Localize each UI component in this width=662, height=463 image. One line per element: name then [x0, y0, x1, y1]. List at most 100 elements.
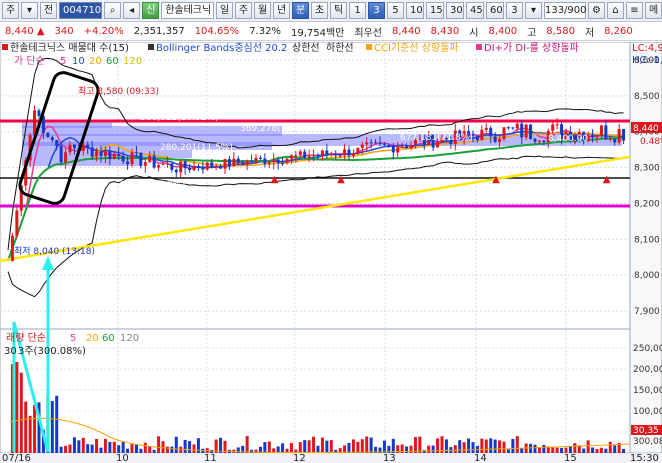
volume-bar [506, 449, 510, 453]
volume-bar [418, 436, 422, 453]
price-tick-label: 8,200 [634, 199, 660, 209]
candle-body [196, 166, 200, 169]
list-icon[interactable]: ≡ [625, 2, 643, 19]
volume-bar [108, 441, 112, 453]
volume-bar [347, 442, 351, 453]
order-type-button[interactable]: 전 [40, 2, 57, 19]
minute-15-button[interactable]: 15 [426, 2, 445, 19]
candle-body [108, 150, 112, 160]
volume-bar [369, 437, 373, 453]
candle-body [157, 165, 161, 168]
volume-bar [431, 445, 435, 453]
candle-body [95, 151, 99, 157]
lock-icon[interactable]: ⌂ [606, 2, 624, 19]
volume-bar [161, 441, 165, 453]
candle-body [148, 155, 152, 163]
volume-bar [179, 446, 183, 453]
time-tick-label: 15:30 [630, 453, 659, 463]
legend-cci: CCI기준선 상향돌파 [374, 42, 459, 54]
volume-legend-ma20: 20 [86, 333, 99, 344]
legend-swatch [2, 44, 8, 50]
volume-bar [64, 445, 68, 453]
legend-ma5: 5 [60, 56, 66, 67]
minute-30-button[interactable]: 30 [446, 2, 464, 19]
stock-code-input[interactable]: 004710 [59, 2, 103, 19]
price-tick-label: 8,100 [634, 235, 660, 245]
volume-bar [143, 442, 147, 453]
chart-canvas[interactable]: ▲ ▲▼▲▼▲ 최고 8,580 (09:33)최저 8,040 (13:18)3… [0, 42, 662, 463]
price-change-pct: +4.20% [83, 26, 124, 37]
tab-year[interactable]: 년 [273, 2, 291, 19]
sound-icon[interactable]: ◂ [123, 2, 141, 19]
minute-10-button[interactable]: 10 [406, 2, 425, 19]
candle-body [294, 155, 298, 157]
candle-body [183, 161, 187, 169]
minute-60-button[interactable]: 60 [485, 2, 504, 19]
minute-5-button[interactable]: 5 [387, 2, 405, 19]
chevron-down-icon[interactable]: ▾ [524, 2, 542, 19]
open-label: 시 [469, 28, 479, 39]
volume-bar [263, 442, 267, 453]
search-icon[interactable]: ⌕ [104, 2, 122, 19]
candle-body [59, 145, 63, 163]
volume-bar [409, 445, 413, 453]
volume-bar [174, 436, 178, 453]
minute-3-button[interactable]: 3 [368, 2, 386, 19]
volume-bar [533, 444, 537, 453]
volume-legend-value: 30 [4, 346, 17, 357]
volume-bar [329, 440, 333, 453]
candle-body [511, 127, 515, 129]
candle-body [210, 162, 214, 167]
settings-icon[interactable]: ⚙ [587, 2, 605, 19]
volume-bar [471, 442, 475, 453]
candle-body [37, 110, 41, 117]
volume-bar [608, 441, 612, 453]
tab-week[interactable]: 주 [235, 2, 253, 19]
chart-annotation-label: 최저 8,040 (13:18) [14, 246, 95, 257]
volume-bar [511, 438, 515, 453]
tab-tick[interactable]: 틱 [330, 2, 348, 19]
candle-body [493, 136, 497, 142]
volume-bar [95, 438, 99, 453]
candle-body [329, 154, 333, 156]
volume-bar [33, 404, 37, 453]
volume-bar [72, 437, 76, 453]
candle-body [489, 127, 493, 137]
candle-body [360, 144, 364, 148]
market-select[interactable]: 주 [2, 2, 19, 19]
candle-body [126, 161, 130, 165]
minute-1-button[interactable]: 1 [349, 2, 367, 19]
candle-body [236, 158, 240, 163]
volume-ratio: 104.65% [194, 26, 240, 37]
volume-bar [68, 444, 72, 453]
chart-annotation-label: 280,201(11.5%) [160, 143, 233, 153]
count-input[interactable]: 133/900 [543, 2, 587, 19]
chart-annotation-label: 369,278(15.2%) [240, 124, 313, 134]
volume-bar [604, 448, 608, 453]
tab-month[interactable]: 월 [254, 2, 272, 19]
tab-minute[interactable]: 분 [292, 2, 310, 19]
high-price: 8,580 [546, 26, 575, 37]
candle-body [595, 136, 599, 138]
menu-button[interactable]: 메 [644, 2, 662, 19]
volume-bar [245, 436, 249, 453]
interval-select[interactable]: 3 [505, 2, 523, 19]
volume-bar [303, 440, 307, 453]
volume-bar [560, 447, 564, 453]
volume-bar [484, 439, 488, 453]
tab-second[interactable]: 초 [311, 2, 329, 19]
chevron-down-icon[interactable]: ▾ [21, 2, 38, 19]
volume-bar [188, 441, 192, 453]
price-tick-label: 8,500 [634, 92, 660, 102]
volume-bar [148, 446, 152, 453]
chart-area[interactable]: ▲ ▲ ▼ ▲ ▼ ▲ 최고 8,580 (09:33) 최저 8,040 (13:18) 3… [0, 42, 662, 463]
tab-day[interactable]: 일 [216, 2, 234, 19]
volume-bar [157, 436, 161, 453]
time-tick-label: 13 [383, 453, 396, 463]
quote-bar: 8,440 ▲ 340 +4.20% 2,351,357 104.65% 7.3… [0, 23, 662, 41]
volume-bar [170, 446, 174, 453]
volume-tick-label: 200,000 [633, 365, 662, 375]
low-price: 8,260 [604, 26, 633, 37]
minute-45-button[interactable]: 45 [466, 2, 484, 19]
candle-body [15, 210, 19, 236]
